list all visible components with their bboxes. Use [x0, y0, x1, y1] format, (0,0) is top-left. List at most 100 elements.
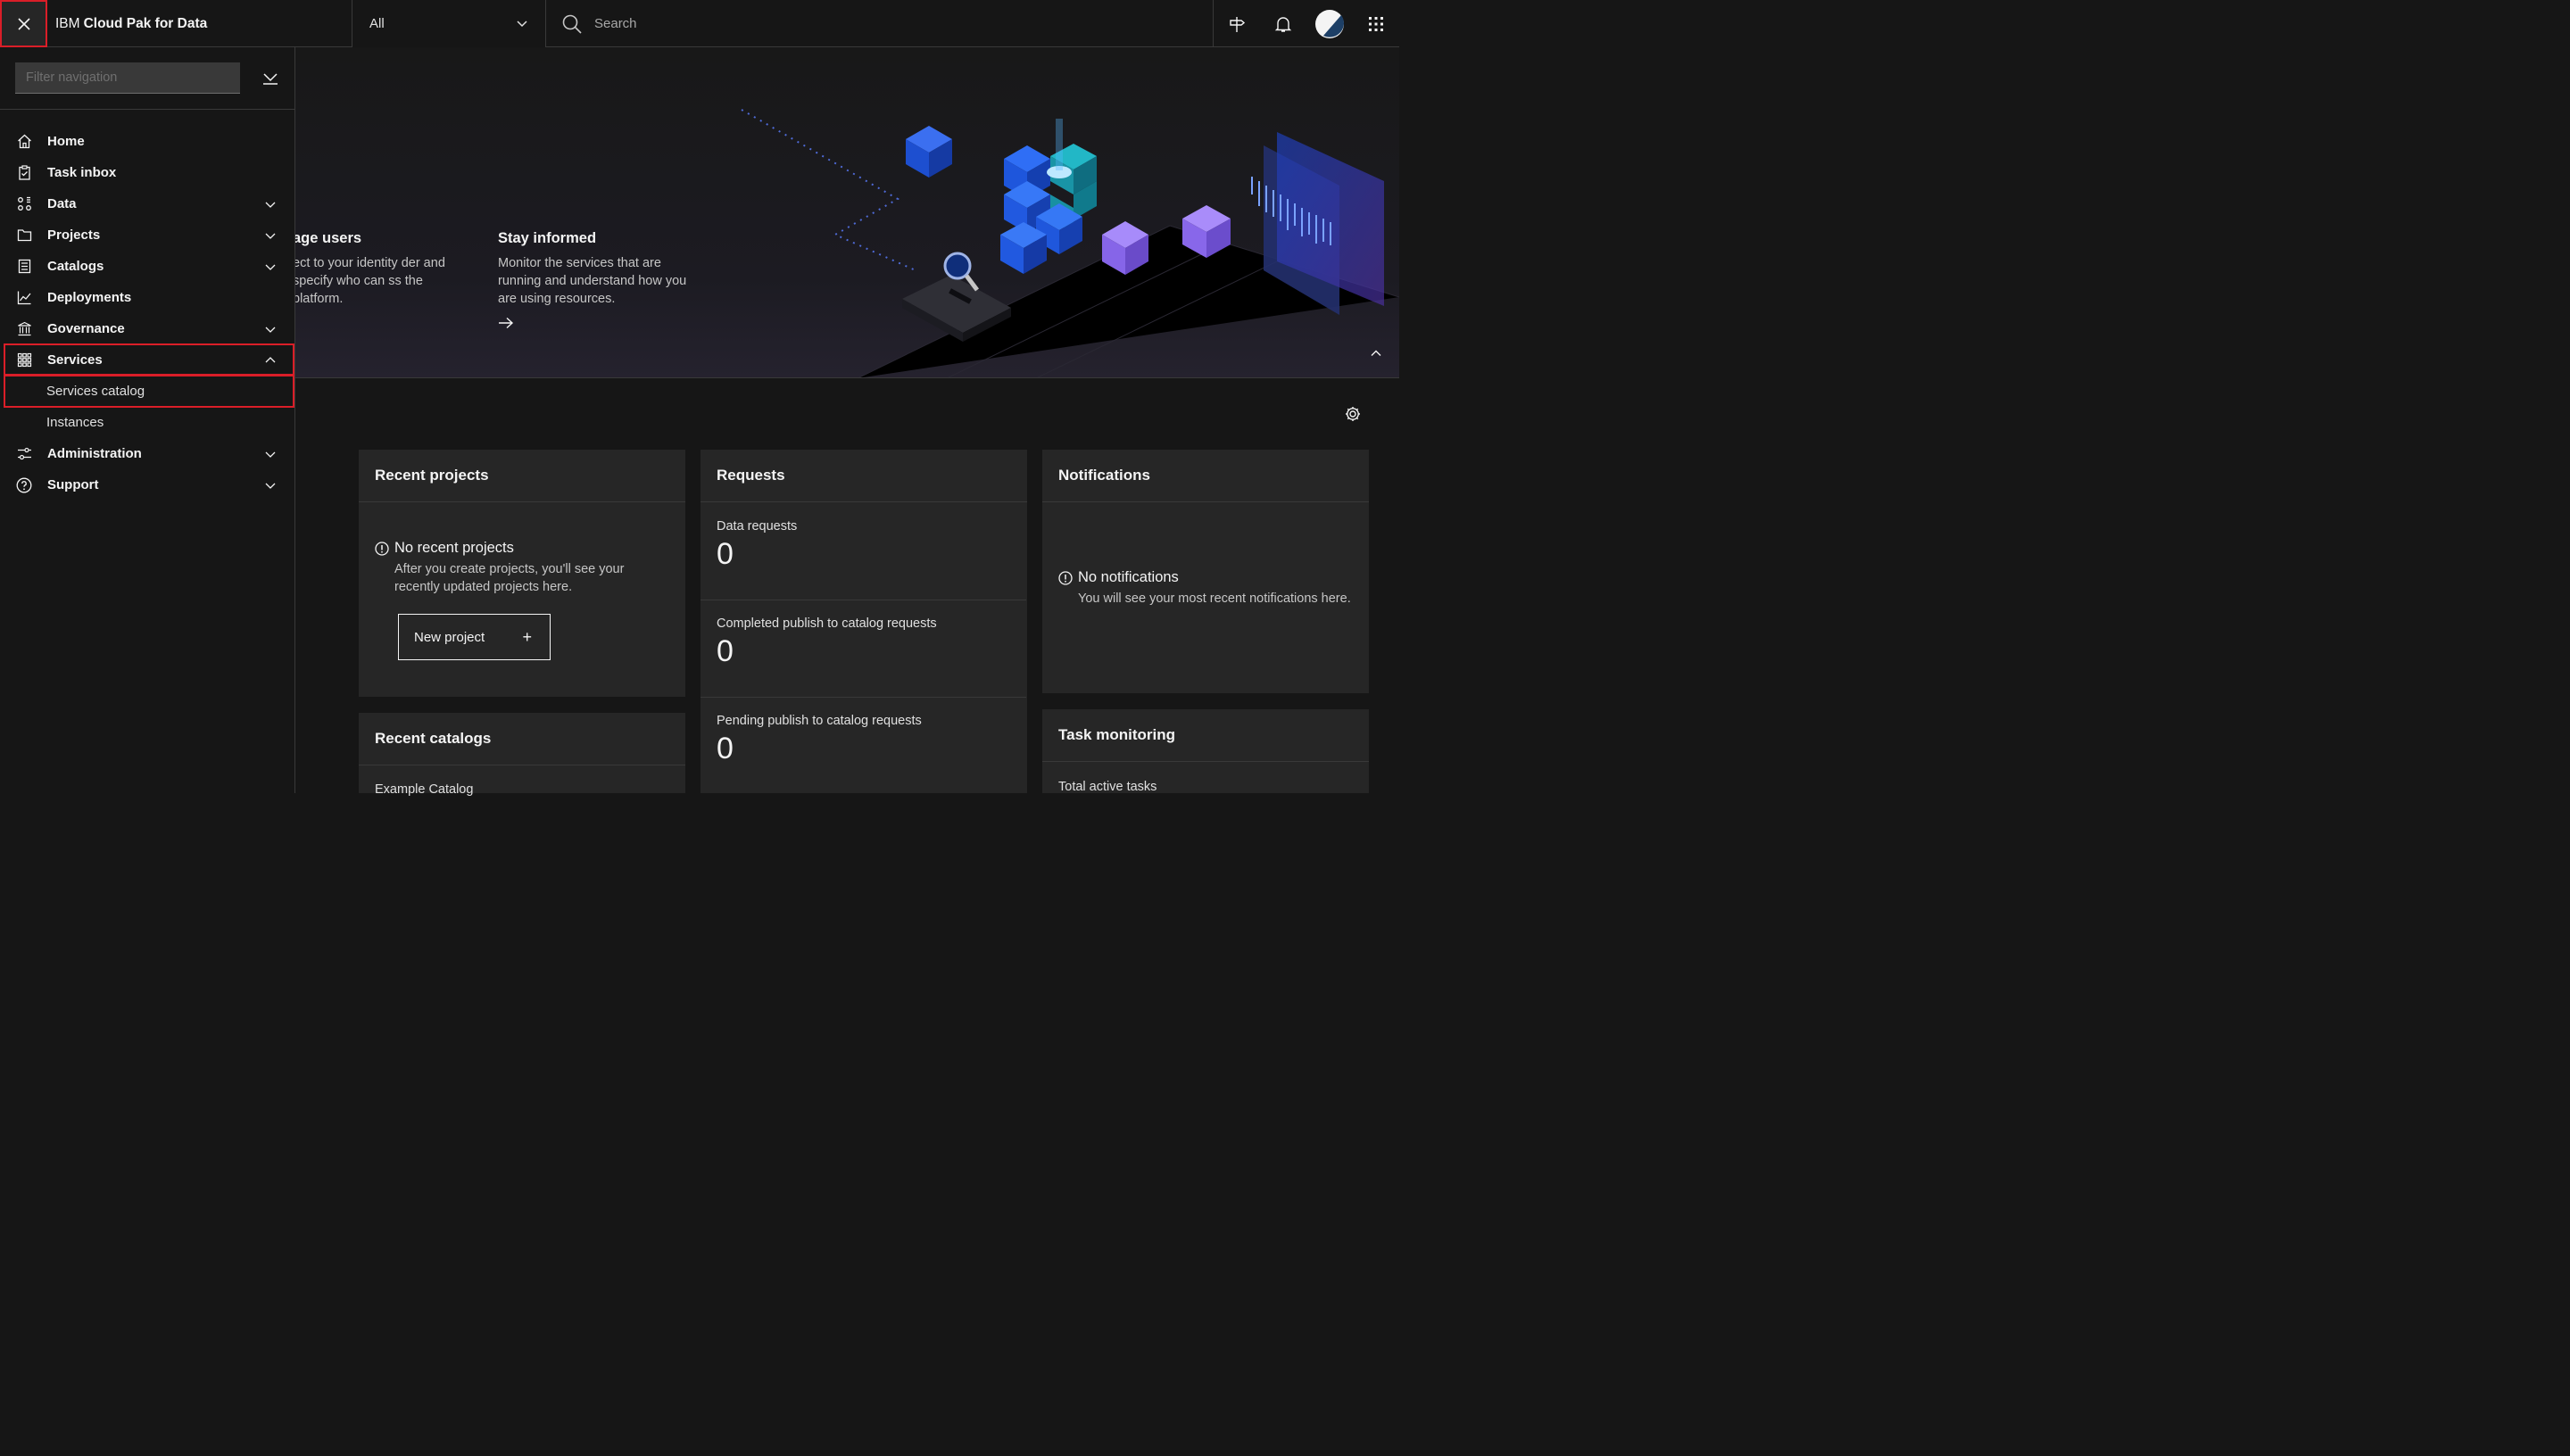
add-icon: +	[522, 627, 532, 646]
cube-cluster	[1000, 119, 1097, 274]
empty-description: You will see your most recent notificati…	[1078, 592, 1351, 606]
welcome-banner: age users ect to your identity der and s…	[295, 47, 1399, 378]
hero-col-title: age users	[295, 230, 362, 246]
new-project-button[interactable]: New project +	[398, 614, 551, 660]
nav-list: Home Task inbox Data Projects Catalogs D…	[0, 110, 294, 500]
nav-item-label: Data	[47, 196, 77, 211]
nav-item-label: Services	[47, 352, 103, 368]
product-name[interactable]: IBM Cloud Pak for Data	[47, 0, 352, 47]
nav-item-projects[interactable]: Projects	[0, 219, 294, 251]
filter-navigation-input[interactable]	[15, 62, 240, 94]
recent-catalogs-card: Recent catalogs Example Catalog	[359, 713, 685, 797]
hero-col-text: ect to your identity der and specify who…	[295, 256, 445, 306]
chevron-up-icon	[265, 357, 276, 363]
brand-name: Cloud Pak for Data	[83, 15, 208, 31]
catalog-icon	[16, 259, 32, 275]
nav-item-label: Deployments	[47, 290, 132, 305]
info-icon	[375, 541, 389, 556]
request-count: 0	[717, 732, 734, 765]
task-icon	[16, 165, 32, 181]
hero-stay-informed: Stay informed Monitor the services that …	[498, 230, 694, 334]
catalog-item[interactable]: Example Catalog	[375, 782, 473, 797]
folder-icon	[16, 228, 32, 244]
request-label: Completed publish to catalog requests	[717, 616, 937, 631]
hero-manage-users: age users ect to your identity der and s…	[295, 230, 471, 308]
nav-item-deployments[interactable]: Deployments	[0, 282, 294, 313]
bell-icon	[1274, 16, 1292, 32]
nav-item-services[interactable]: Services	[0, 344, 294, 376]
task-monitoring-card: Task monitoring Total active tasks	[1042, 709, 1369, 794]
nav-item-label: Catalogs	[47, 259, 104, 274]
global-search[interactable]: Search	[546, 0, 1213, 47]
request-row-completed[interactable]: Completed publish to catalog requests 0	[701, 600, 1026, 698]
chart-line-icon	[16, 290, 32, 306]
nav-item-task-inbox[interactable]: Task inbox	[0, 157, 294, 188]
grid-icon	[16, 352, 32, 368]
close-menu-button[interactable]	[0, 0, 47, 47]
side-navigation: Home Task inbox Data Projects Catalogs D…	[0, 47, 295, 793]
nav-item-data[interactable]: Data	[0, 188, 294, 219]
nav-item-support[interactable]: Support	[0, 469, 294, 500]
signpost-icon	[1230, 16, 1246, 32]
filter-navigation-row	[0, 47, 294, 110]
arrow-right-icon[interactable]	[498, 317, 514, 329]
user-avatar-button[interactable]	[1306, 0, 1353, 47]
chevron-up-icon[interactable]	[1369, 346, 1383, 360]
hero-col-text: Monitor the services that are running an…	[498, 256, 687, 306]
nav-item-home[interactable]: Home	[0, 126, 294, 157]
search-icon	[562, 14, 582, 34]
card-title: Recent catalogs	[359, 713, 685, 765]
nav-item-administration[interactable]: Administration	[0, 438, 294, 469]
request-row-data[interactable]: Data requests 0	[701, 503, 1026, 600]
signpost-button[interactable]	[1214, 0, 1260, 47]
data-icon	[16, 196, 32, 212]
nav-item-label: Home	[47, 134, 85, 149]
search-scope-dropdown[interactable]: All	[352, 0, 546, 47]
nav-item-label: Administration	[47, 446, 142, 461]
nav-sub-services-catalog[interactable]: Services catalog	[0, 376, 294, 407]
nav-item-label: Task inbox	[47, 165, 117, 180]
cube-blue-left	[906, 126, 952, 178]
empty-state: No notifications You will see your most …	[1058, 569, 1355, 608]
search-placeholder: Search	[594, 16, 637, 31]
request-count: 0	[717, 634, 734, 668]
brand-prefix: IBM	[55, 15, 80, 31]
card-title: Task monitoring	[1042, 709, 1369, 762]
request-row-pending[interactable]: Pending publish to catalog requests 0	[701, 698, 1026, 793]
collapse-all-button[interactable]	[260, 68, 281, 89]
close-icon	[17, 17, 30, 30]
header-actions	[1213, 0, 1399, 47]
empty-title: No recent projects	[394, 540, 514, 556]
hero-col-title: Stay informed	[498, 230, 597, 246]
request-count: 0	[717, 537, 734, 571]
gear-icon[interactable]	[1344, 405, 1362, 423]
empty-description: After you create projects, you'll see yo…	[394, 562, 625, 594]
hero-illustration	[741, 109, 1399, 377]
empty-title: No notifications	[1078, 569, 1179, 585]
notifications-button[interactable]	[1260, 0, 1306, 47]
request-label: Data requests	[717, 519, 798, 534]
nav-item-label: Projects	[47, 228, 101, 243]
chevron-down-icon	[265, 451, 276, 458]
chevron-down-icon	[517, 20, 527, 27]
chevron-down-icon	[265, 327, 276, 333]
empty-state: No recent projects After you create proj…	[375, 540, 662, 596]
nav-item-label: Support	[47, 477, 99, 492]
recent-projects-card: Recent projects No recent projects After…	[359, 450, 685, 697]
notifications-card: Notifications No notifications You will …	[1042, 450, 1369, 693]
info-icon	[1058, 570, 1073, 585]
nav-item-governance[interactable]: Governance	[0, 313, 294, 344]
help-icon	[16, 477, 32, 493]
sliders-icon	[16, 446, 32, 462]
card-title: Recent projects	[359, 450, 685, 502]
nav-sub-instances[interactable]: Instances	[0, 407, 294, 438]
task-monitoring-line: Total active tasks	[1058, 780, 1157, 794]
card-title: Notifications	[1042, 450, 1369, 502]
nav-item-catalogs[interactable]: Catalogs	[0, 251, 294, 282]
avatar	[1315, 9, 1345, 38]
chevron-down-icon	[265, 202, 276, 208]
home-icon	[16, 134, 32, 150]
collapse-all-icon	[263, 72, 278, 85]
new-project-label: New project	[414, 629, 485, 645]
app-switcher-button[interactable]	[1353, 0, 1399, 47]
